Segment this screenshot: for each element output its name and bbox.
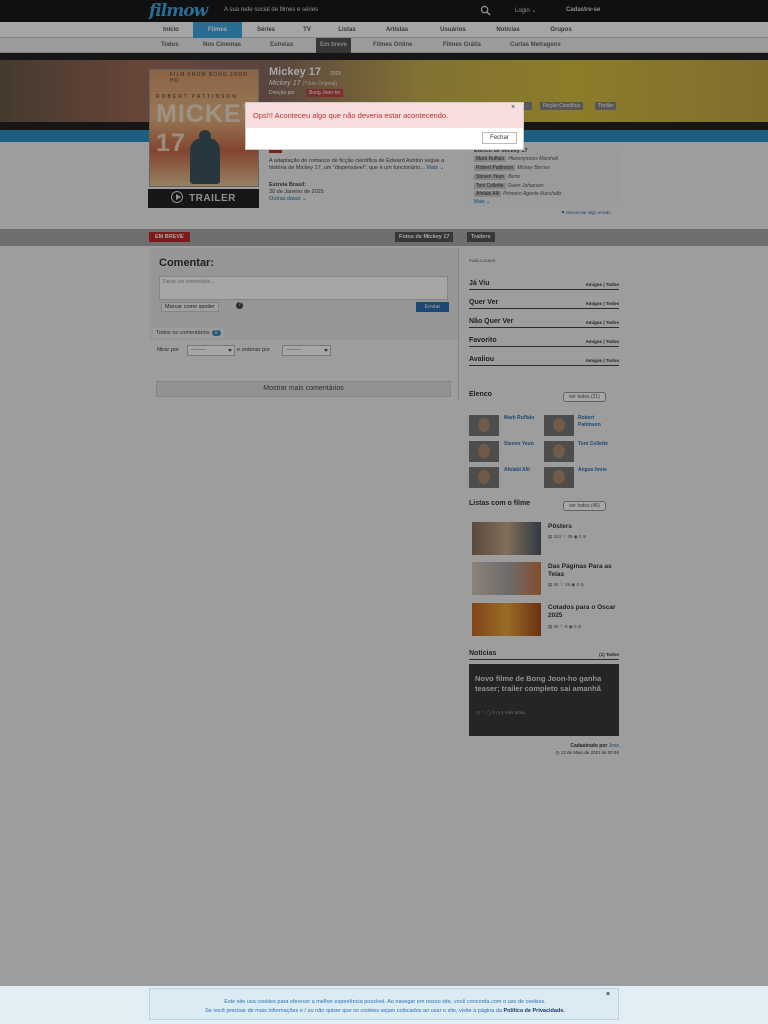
cookie-text-line2: Se você precisar de mais informações e /… [205,1008,565,1014]
privacy-policy-link[interactable]: Política de Privacidade. [503,1008,564,1014]
cookie-close-icon[interactable]: × [606,991,610,998]
cookie-notice: Este site usa cookies para oferecer a me… [149,988,619,1020]
close-modal-button[interactable]: Fechar [482,132,517,144]
modal-overlay[interactable] [0,0,768,1024]
cookie-text-line1: Este site usa cookies para oferecer a me… [224,999,546,1005]
modal-header: Ops!!! Aconteceu algo que não deveria es… [246,103,523,128]
close-icon[interactable]: × [511,104,515,111]
error-message: Ops!!! Aconteceu algo que não deveria es… [253,111,449,120]
